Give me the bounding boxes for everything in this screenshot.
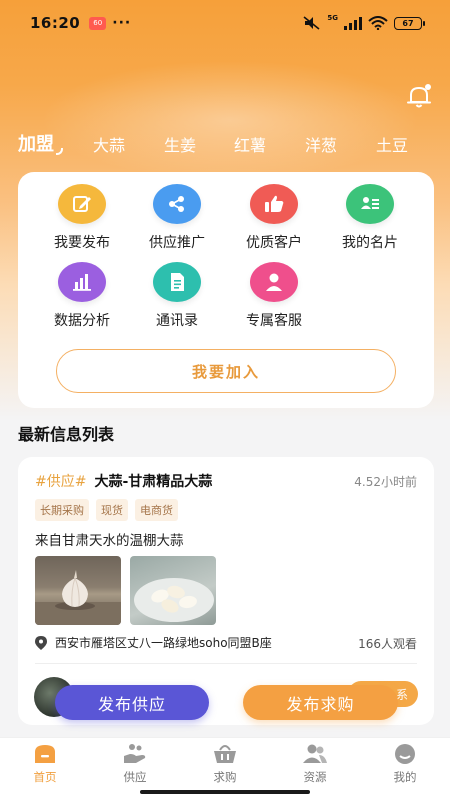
nav-label: 首页 xyxy=(33,770,57,784)
nav-item-resources[interactable]: 资源 xyxy=(285,742,345,785)
active-tab-indicator xyxy=(56,148,63,155)
info-type-tag: #供应# xyxy=(35,474,87,490)
nav-item-home[interactable]: 首页 xyxy=(15,742,75,785)
view-count: 166人观看 xyxy=(358,637,417,651)
nav-item-mine[interactable]: 我的 xyxy=(375,742,435,785)
quality-customers-button[interactable]: 优质客户 xyxy=(230,184,318,264)
wifi-icon xyxy=(368,16,388,30)
garlic-photo[interactable] xyxy=(35,556,121,625)
divider xyxy=(35,663,417,664)
document-icon xyxy=(153,262,201,302)
network-type: 5G xyxy=(327,14,338,22)
home-icon xyxy=(35,745,55,763)
nav-label: 我的 xyxy=(393,770,417,784)
card-icon xyxy=(346,184,394,224)
function-label: 我的名片 xyxy=(342,235,398,251)
user-icon xyxy=(250,262,298,302)
supply-hand-icon xyxy=(124,744,146,763)
people-icon xyxy=(303,744,327,763)
chip: 现货 xyxy=(96,499,128,521)
more-notifications-icon: ··· xyxy=(112,15,132,31)
home-indicator[interactable] xyxy=(140,790,310,794)
info-time: 4.52小时前 xyxy=(354,475,417,489)
header-glow xyxy=(40,60,420,180)
nav-item-demand[interactable]: 求购 xyxy=(195,742,255,785)
basket-icon xyxy=(214,745,236,763)
info-description: 来自甘肃天水的温棚大蒜 xyxy=(35,533,184,549)
nav-label: 求购 xyxy=(213,770,237,784)
mute-vibrate-icon xyxy=(303,16,320,30)
category-tab-sweet-potato[interactable]: 红薯 xyxy=(234,132,266,156)
function-label: 供应推广 xyxy=(149,235,205,251)
info-title: 大蒜-甘肃精品大蒜 xyxy=(94,474,213,490)
category-tab-onion[interactable]: 洋葱 xyxy=(305,132,337,156)
edit-icon xyxy=(58,184,106,224)
share-icon xyxy=(153,184,201,224)
category-tab-garlic[interactable]: 大蒜 xyxy=(93,132,125,156)
bell-icon xyxy=(407,84,431,108)
notification-app-icon: 60 xyxy=(89,16,107,30)
contacts-button[interactable]: 通讯录 xyxy=(133,262,221,342)
location-pin-icon xyxy=(35,635,47,650)
status-bar: 16:20 60 ··· 5G 67 xyxy=(0,0,450,46)
chip: 电商货 xyxy=(135,499,178,521)
chip: 长期采购 xyxy=(35,499,89,521)
join-button[interactable]: 我要加入 xyxy=(56,349,396,393)
category-tab-join[interactable]: 加盟 xyxy=(18,130,63,156)
function-label: 数据分析 xyxy=(54,313,110,329)
function-card: 我要发布 供应推广 优质客户 我的名片 数据分析 通讯录 专属客服 我要加入 xyxy=(18,172,434,408)
info-chips: 长期采购 现货 电商货 xyxy=(35,499,178,521)
publish-demand-button[interactable]: 发布求购 xyxy=(243,685,398,720)
customer-service-button[interactable]: 专属客服 xyxy=(230,262,318,342)
location-row: 西安市雁塔区丈八一路绿地soho同盟B座 xyxy=(35,634,272,651)
signal-icon xyxy=(344,16,362,30)
category-tab-ginger[interactable]: 生姜 xyxy=(164,132,196,156)
thumbs-up-icon xyxy=(250,184,298,224)
battery-icon: 67 xyxy=(394,16,425,30)
publish-supply-button[interactable]: 发布供应 xyxy=(55,685,209,720)
garlic-cloves-photo[interactable] xyxy=(130,556,216,625)
section-title: 最新信息列表 xyxy=(18,425,115,444)
status-time: 16:20 xyxy=(30,14,81,32)
function-label: 专属客服 xyxy=(246,313,302,329)
nav-label: 资源 xyxy=(303,770,327,784)
info-title-row: #供应# 大蒜-甘肃精品大蒜 xyxy=(35,471,212,491)
function-label: 通讯录 xyxy=(156,313,198,329)
supply-promotion-button[interactable]: 供应推广 xyxy=(133,184,221,264)
data-analysis-button[interactable]: 数据分析 xyxy=(38,262,126,342)
publish-button[interactable]: 我要发布 xyxy=(38,184,126,264)
category-tabs: 加盟 大蒜 生姜 红薯 洋葱 土豆 xyxy=(18,128,438,160)
category-tab-potato[interactable]: 土豆 xyxy=(376,132,408,156)
function-label: 优质客户 xyxy=(246,235,302,251)
notification-bell-button[interactable] xyxy=(405,82,433,110)
function-label: 我要发布 xyxy=(54,235,110,251)
location-text: 西安市雁塔区丈八一路绿地soho同盟B座 xyxy=(55,636,272,650)
nav-label: 供应 xyxy=(123,770,147,784)
nav-item-supply[interactable]: 供应 xyxy=(105,742,165,785)
bar-chart-icon xyxy=(58,262,106,302)
profile-icon xyxy=(395,744,415,764)
status-icons: 5G 67 xyxy=(303,14,425,30)
business-card-button[interactable]: 我的名片 xyxy=(326,184,414,264)
category-tab-label: 加盟 xyxy=(18,134,54,155)
